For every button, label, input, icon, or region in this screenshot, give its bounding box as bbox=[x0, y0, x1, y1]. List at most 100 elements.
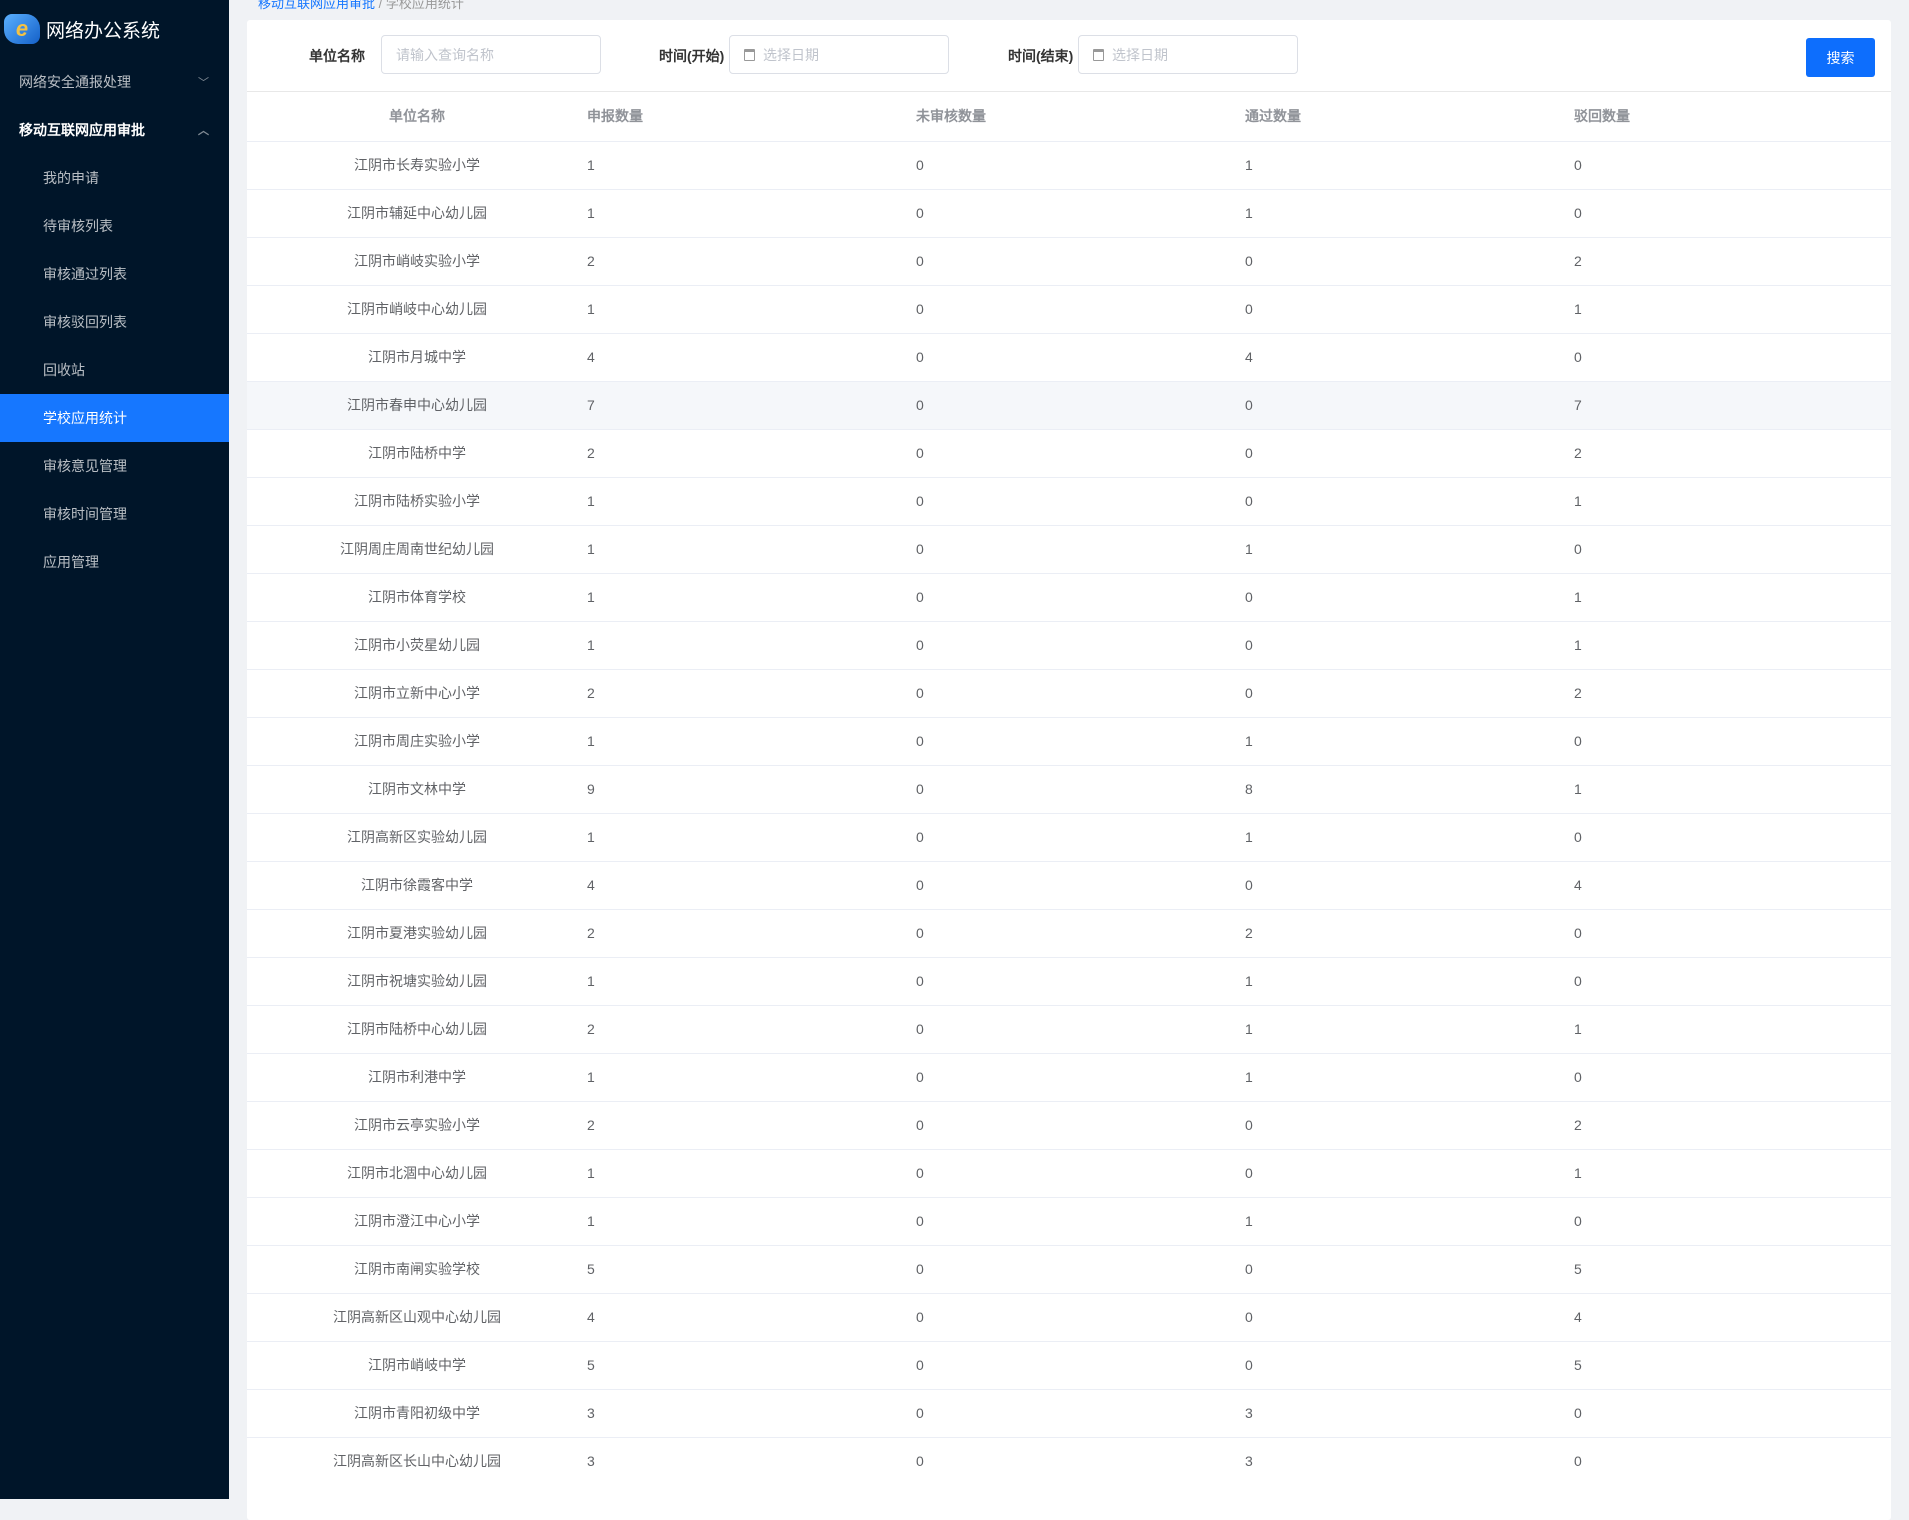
count-cell: 0 bbox=[916, 1196, 1245, 1245]
table-row[interactable]: 江阴市南闸实验学校 5 0 0 5 bbox=[247, 1244, 1891, 1293]
unit-name-cell: 江阴市小荧星幼儿园 bbox=[247, 620, 587, 669]
count-cell: 0 bbox=[916, 1340, 1245, 1389]
count-cell: 0 bbox=[1245, 1148, 1574, 1197]
app-logo[interactable]: e 网络办公系统 bbox=[0, 0, 229, 58]
table-row[interactable]: 江阴市青阳初级中学 3 0 3 0 bbox=[247, 1388, 1891, 1437]
table-row[interactable]: 江阴市利港中学 1 0 1 0 bbox=[247, 1052, 1891, 1101]
table-row[interactable]: 江阴市长寿实验小学 1 0 1 0 bbox=[247, 140, 1891, 189]
count-cell: 0 bbox=[1574, 1436, 1891, 1485]
column-header[interactable]: 申报数量 bbox=[587, 92, 916, 141]
start-date-picker[interactable]: 选择日期 bbox=[729, 35, 949, 74]
unit-name-cell: 江阴市云亭实验小学 bbox=[247, 1100, 587, 1149]
column-header[interactable]: 驳回数量 bbox=[1574, 92, 1891, 141]
column-header[interactable]: 未审核数量 bbox=[916, 92, 1245, 141]
count-cell: 0 bbox=[916, 1004, 1245, 1053]
count-cell: 0 bbox=[1245, 476, 1574, 525]
unit-name-cell: 江阴高新区实验幼儿园 bbox=[247, 812, 587, 861]
count-cell: 2 bbox=[1245, 908, 1574, 957]
sidebar-item-label: 审核驳回列表 bbox=[43, 314, 127, 330]
count-cell: 0 bbox=[916, 1052, 1245, 1101]
count-cell: 1 bbox=[587, 716, 916, 765]
sidebar-item[interactable]: 审核驳回列表 bbox=[0, 298, 229, 346]
table-row[interactable]: 江阴市陆桥实验小学 1 0 0 1 bbox=[247, 476, 1891, 525]
sidebar-item-label: 审核通过列表 bbox=[43, 266, 127, 282]
table-row[interactable]: 江阴市祝塘实验幼儿园 1 0 1 0 bbox=[247, 956, 1891, 1005]
sidebar-item-label: 待审核列表 bbox=[43, 218, 113, 234]
count-cell: 0 bbox=[1574, 812, 1891, 861]
table-row[interactable]: 江阴市陆桥中心幼儿园 2 0 1 1 bbox=[247, 1004, 1891, 1053]
count-cell: 5 bbox=[587, 1340, 916, 1389]
count-cell: 1 bbox=[1245, 1052, 1574, 1101]
table-row[interactable]: 江阴高新区山观中心幼儿园 4 0 0 4 bbox=[247, 1292, 1891, 1341]
table-row[interactable]: 江阴市云亭实验小学 2 0 0 2 bbox=[247, 1100, 1891, 1149]
count-cell: 0 bbox=[916, 668, 1245, 717]
table-row[interactable]: 江阴市小荧星幼儿园 1 0 0 1 bbox=[247, 620, 1891, 669]
unit-name-cell: 江阴市祝塘实验幼儿园 bbox=[247, 956, 587, 1005]
sidebar-item-label: 回收站 bbox=[43, 362, 85, 378]
name-search-input[interactable] bbox=[396, 46, 600, 63]
table-row[interactable]: 江阴市峭岐中学 5 0 0 5 bbox=[247, 1340, 1891, 1389]
count-cell: 1 bbox=[1245, 140, 1574, 189]
count-cell: 1 bbox=[587, 284, 916, 333]
sidebar-item[interactable]: 待审核列表 bbox=[0, 202, 229, 250]
count-cell: 1 bbox=[1245, 716, 1574, 765]
table-row[interactable]: 江阴市体育学校 1 0 0 1 bbox=[247, 572, 1891, 621]
count-cell: 0 bbox=[1574, 188, 1891, 237]
table-row[interactable]: 江阴市徐霞客中学 4 0 0 4 bbox=[247, 860, 1891, 909]
count-cell: 0 bbox=[916, 236, 1245, 285]
table-row[interactable]: 江阴市春申中心幼儿园 7 0 0 7 bbox=[247, 380, 1891, 429]
sidebar-item[interactable]: 我的申请 bbox=[0, 154, 229, 202]
breadcrumb-parent[interactable]: 移动互联网应用审批 bbox=[258, 0, 375, 11]
column-header[interactable]: 单位名称 bbox=[247, 92, 587, 141]
sidebar-item[interactable]: 审核意见管理 bbox=[0, 442, 229, 490]
unit-name-cell: 江阴高新区长山中心幼儿园 bbox=[247, 1436, 587, 1485]
chevron-down-icon: ﹀ bbox=[198, 77, 209, 89]
count-cell: 9 bbox=[587, 764, 916, 813]
table-row[interactable]: 江阴市夏港实验幼儿园 2 0 2 0 bbox=[247, 908, 1891, 957]
table-row[interactable]: 江阴市文林中学 9 0 8 1 bbox=[247, 764, 1891, 813]
table-row[interactable]: 江阴高新区长山中心幼儿园 3 0 3 0 bbox=[247, 1436, 1891, 1485]
search-button[interactable]: 搜索 bbox=[1806, 38, 1875, 77]
sidebar-group[interactable]: 移动互联网应用审批 ︿ bbox=[0, 106, 229, 154]
table-row[interactable]: 江阴市陆桥中学 2 0 0 2 bbox=[247, 428, 1891, 477]
count-cell: 1 bbox=[587, 812, 916, 861]
count-cell: 2 bbox=[587, 428, 916, 477]
count-cell: 1 bbox=[1245, 956, 1574, 1005]
count-cell: 0 bbox=[1574, 140, 1891, 189]
count-cell: 0 bbox=[1574, 1388, 1891, 1437]
sidebar-item[interactable]: 学校应用统计 bbox=[0, 394, 229, 442]
table-row[interactable]: 江阴市澄江中心小学 1 0 1 0 bbox=[247, 1196, 1891, 1245]
count-cell: 0 bbox=[916, 524, 1245, 573]
sidebar-item[interactable]: 审核通过列表 bbox=[0, 250, 229, 298]
count-cell: 0 bbox=[1245, 236, 1574, 285]
table-row[interactable]: 江阴周庄周南世纪幼儿园 1 0 1 0 bbox=[247, 524, 1891, 573]
unit-name-cell: 江阴市体育学校 bbox=[247, 572, 587, 621]
count-cell: 1 bbox=[1574, 764, 1891, 813]
end-date-picker[interactable]: 选择日期 bbox=[1078, 35, 1298, 74]
count-cell: 1 bbox=[587, 476, 916, 525]
count-cell: 0 bbox=[916, 860, 1245, 909]
name-field-wrap bbox=[381, 35, 601, 74]
column-header[interactable]: 通过数量 bbox=[1245, 92, 1574, 141]
sidebar-item[interactable]: 回收站 bbox=[0, 346, 229, 394]
count-cell: 1 bbox=[587, 188, 916, 237]
sidebar-group[interactable]: 网络安全通报处理 ﹀ bbox=[0, 58, 229, 106]
end-date-label: 时间(结束) bbox=[1008, 48, 1074, 64]
sidebar-item[interactable]: 审核时间管理 bbox=[0, 490, 229, 538]
table-row[interactable]: 江阴市峭岐中心幼儿园 1 0 0 1 bbox=[247, 284, 1891, 333]
count-cell: 2 bbox=[1574, 668, 1891, 717]
count-cell: 0 bbox=[916, 380, 1245, 429]
sidebar-item-label: 应用管理 bbox=[43, 554, 99, 570]
table-row[interactable]: 江阴高新区实验幼儿园 1 0 1 0 bbox=[247, 812, 1891, 861]
table-row[interactable]: 江阴市北涸中心幼儿园 1 0 0 1 bbox=[247, 1148, 1891, 1197]
table-row[interactable]: 江阴市月城中学 4 0 4 0 bbox=[247, 332, 1891, 381]
table-row[interactable]: 江阴市峭岐实验小学 2 0 0 2 bbox=[247, 236, 1891, 285]
count-cell: 0 bbox=[1574, 1052, 1891, 1101]
count-cell: 1 bbox=[587, 1148, 916, 1197]
count-cell: 3 bbox=[1245, 1436, 1574, 1485]
table-row[interactable]: 江阴市立新中心小学 2 0 0 2 bbox=[247, 668, 1891, 717]
table-row[interactable]: 江阴市辅延中心幼儿园 1 0 1 0 bbox=[247, 188, 1891, 237]
sidebar-item[interactable]: 应用管理 bbox=[0, 538, 229, 586]
table-row[interactable]: 江阴市周庄实验小学 1 0 1 0 bbox=[247, 716, 1891, 765]
sidebar-item-label: 审核时间管理 bbox=[43, 506, 127, 522]
